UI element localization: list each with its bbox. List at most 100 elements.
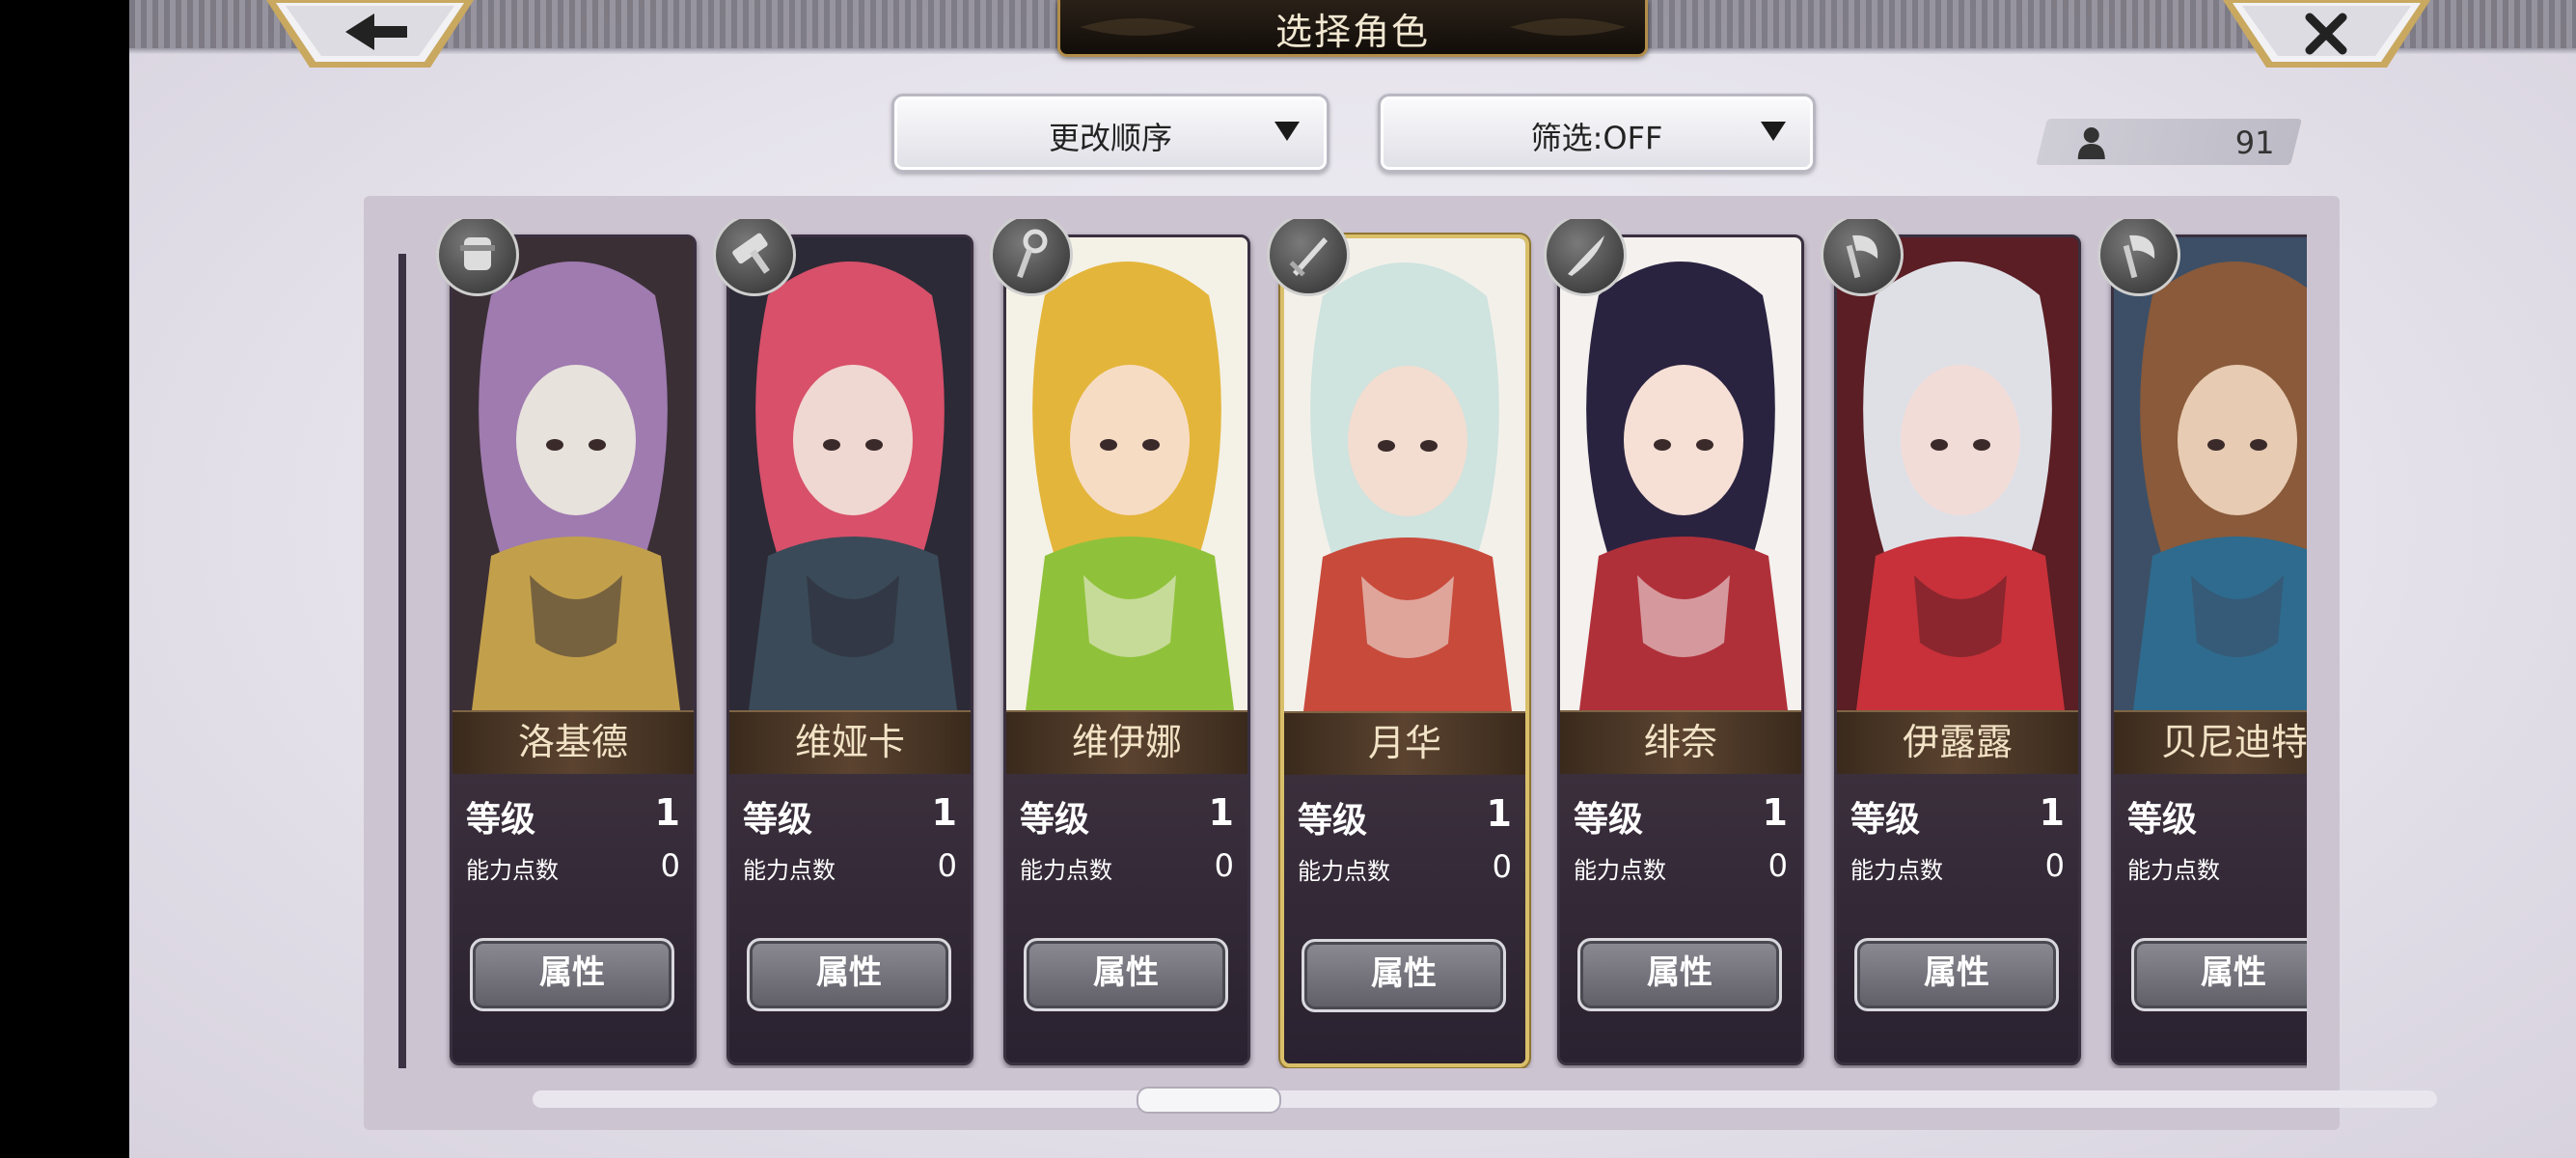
level-label: 等级 [1298,801,1368,841]
level-row: 等级 1 [466,791,680,841]
level-value: 1 [931,791,957,834]
close-button[interactable] [2223,0,2430,69]
character-name: 维娅卡 [794,721,905,763]
attributes-button[interactable]: 属性 [1302,939,1506,1012]
level-value: 1 [1208,791,1234,834]
character-name-band: 维伊娜 [1006,710,1247,776]
level-label: 等级 [1574,800,1644,840]
character-card[interactable]: 贝尼迪特等级1 能力点数0 属性 [2097,219,2307,1068]
character-carousel[interactable]: 洛基德 等级 1 能力点数 0 属性 维娅卡 等级 1 能力点数 0 属性 维伊娜 等级 1 能力点数 0 属性月… [398,219,2307,1068]
gauntlet-icon [436,219,519,296]
ability-points-value: 0 [2044,847,2065,884]
roster-count-badge: 91 [2036,119,2302,165]
back-button[interactable] [266,0,474,69]
character-name-band: 月华 [1284,711,1525,777]
level-row: 等级1 [1020,791,1234,841]
ability-points-row: 能力点数 0 [1020,847,1234,885]
character-card[interactable]: 绯奈等级 1 能力点数 0 属性 [1544,219,1804,1068]
hammer-icon [713,219,796,296]
character-portrait [729,237,971,710]
level-value: 1 [1486,792,1512,835]
level-label: 等级 [743,800,813,840]
roster-count: 91 [2235,124,2275,161]
character-name-band: 洛基德 [452,710,694,776]
character-name: 绯奈 [1643,721,1717,763]
ability-points-value: 0 [937,847,957,884]
level-row: 等级1 [2127,791,2307,841]
back-arrow-icon [266,0,474,68]
character-card[interactable]: 维伊娜等级 1 能力点数 0 属性 [990,219,1250,1068]
character-card-selected[interactable]: 月华等级 1 能力点数 0 属性 [1280,234,1529,1067]
character-stats: 等级 1 能力点数 0 属性 [1284,775,1525,1063]
carousel-scrollbar-track[interactable] [533,1090,2437,1108]
character-card[interactable]: 伊露露 等级 1 能力点数 0 属性 [1821,219,2081,1068]
character-portrait [1837,237,2078,710]
ability-points-row: 能力点数 0 [1850,847,2065,885]
attributes-button[interactable]: 属性 [2131,938,2307,1011]
level-row: 等级 1 [743,791,957,841]
character-portrait [1284,238,1525,711]
character-name: 维伊娜 [1071,721,1182,763]
character-name-band: 绯奈 [1560,710,1801,776]
attributes-button[interactable]: 属性 [1854,938,2059,1011]
character-list-panel: 洛基德 等级 1 能力点数 0 属性 维娅卡 等级 1 能力点数 0 属性 维伊娜 等级 1 能力点数 0 属性月… [364,196,2340,1130]
title-plate: 选择角色 [1057,0,1648,57]
level-label: 等级 [2127,800,2198,840]
attributes-button[interactable]: 属性 [470,938,674,1011]
level-value: 1 [654,791,680,834]
ability-points-label: 能力点数 [1298,858,1390,885]
character-portrait [2114,237,2307,710]
level-label: 等级 [1850,800,1921,840]
chevron-down-icon [1761,122,1786,141]
ability-points-value: 0 [1492,848,1512,885]
level-label: 等级 [466,800,536,840]
filter-label: 筛选:OFF [1530,120,1663,156]
ability-points-row: 能力点数0 [743,847,957,885]
ability-points-row: 能力点数 0 [1574,847,1788,885]
ability-points-row: 能力点数0 [466,847,680,885]
character-card-frame[interactable]: 维伊娜等级 1 能力点数 0 属性 [1003,234,1250,1065]
person-icon [2077,127,2105,159]
character-card[interactable]: 月华等级 1 能力点数 0 属性 [1267,219,1529,1068]
blade-icon [1544,219,1627,296]
character-name: 月华 [1367,722,1441,764]
character-card-frame[interactable]: 洛基德等级 1 能力点数 0 属性 [450,234,697,1065]
attributes-button[interactable]: 属性 [747,938,951,1011]
character-stats: 等级 1 能力点数0 属性 [452,774,694,1062]
ability-points-value: 0 [1214,847,1234,884]
carousel-scrollbar-thumb[interactable] [1137,1087,1281,1114]
ability-points-label: 能力点数 [1020,857,1112,884]
ability-points-value: 0 [1768,847,1788,884]
character-stats: 等级1 能力点数0 属性 [2114,774,2307,1062]
character-card-frame[interactable]: 维娅卡等级 1 能力点数 0 属性 [726,234,973,1065]
level-row: 等级 1 [1574,791,1788,841]
sword-icon [1267,219,1350,296]
character-name: 伊露露 [1902,721,2013,763]
ability-points-label: 能力点数 [1574,857,1666,884]
character-card-frame[interactable]: 绯奈等级 1 能力点数 0 属性 [1557,234,1804,1065]
axe-icon [1821,219,1904,296]
ability-points-row: 能力点数0 [2127,851,2307,885]
character-select-screen: 选择角色 更改顺序 筛选:OFF 91 洛基德 等级 1 能力点数 0 属性 维娅卡 等级 1 能… [129,0,2576,1158]
character-card-frame[interactable]: 伊露露 等级 1 能力点数 0 属性 [1834,234,2081,1065]
character-card[interactable]: 维娅卡等级 1 能力点数 0 属性 [713,219,973,1068]
attributes-button[interactable]: 属性 [1577,938,1782,1011]
character-name: 贝尼迪特 [2160,721,2307,763]
axe-icon [2097,219,2180,296]
ability-points-label: 能力点数 [2127,857,2220,884]
staff-icon [990,219,1073,296]
sort-order-dropdown[interactable]: 更改顺序 [891,94,1329,173]
character-card[interactable]: 洛基德等级 1 能力点数 0 属性 [436,219,697,1068]
character-card-frame[interactable]: 贝尼迪特等级1 能力点数0 属性 [2111,234,2307,1065]
attributes-button[interactable]: 属性 [1024,938,1228,1011]
character-portrait [1006,237,1247,710]
page-title: 选择角色 [1274,11,1430,53]
character-stats: 等级1 能力点数 0 属性 [1006,774,1247,1062]
level-row: 等级 1 [1298,792,1512,842]
ability-points-label: 能力点数 [1850,857,1943,884]
chevron-down-icon [1274,122,1300,141]
level-value: 1 [1762,791,1788,834]
character-portrait [452,237,694,710]
character-name-band: 维娅卡 [729,710,971,776]
filter-dropdown[interactable]: 筛选:OFF [1378,94,1816,173]
